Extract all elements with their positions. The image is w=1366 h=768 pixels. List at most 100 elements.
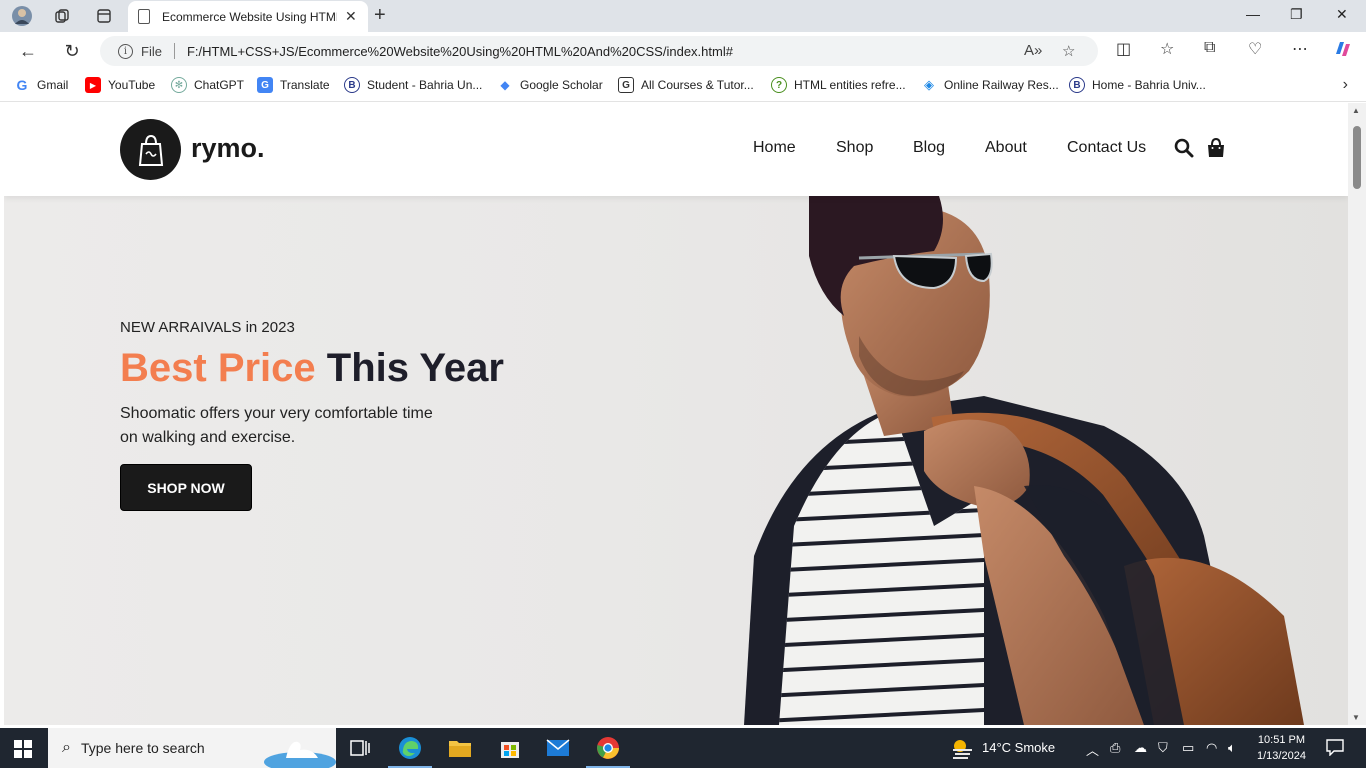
volume-icon[interactable]: 🔈︎ — [1228, 740, 1236, 756]
bookmark-label: All Courses & Tutor... — [641, 78, 754, 92]
nav-shop[interactable]: Shop — [836, 139, 873, 157]
question-icon: ? — [771, 77, 787, 93]
bookmark-label: Home - Bahria Univ... — [1092, 78, 1206, 92]
site-header: rymo. Home Shop Blog About Contact Us — [4, 103, 1348, 196]
settings-more-icon[interactable]: ⋯ — [1292, 39, 1308, 59]
bookmark-label: YouTube — [108, 78, 156, 92]
url-text[interactable]: F:/HTML+CSS+JS/Ecommerce%20Website%20Usi… — [187, 44, 733, 59]
bookmark-online-railway[interactable]: ◈ Online Railway Res... — [921, 77, 1059, 93]
bookmark-translate[interactable]: G Translate — [257, 77, 330, 93]
new-tab-icon[interactable]: + — [374, 4, 386, 27]
google-icon: G — [14, 77, 30, 93]
bookmark-youtube[interactable]: ▶ YouTube — [85, 77, 155, 93]
scroll-up-arrow-icon[interactable]: ▲ — [1352, 106, 1360, 115]
nav-home[interactable]: Home — [753, 139, 796, 157]
nav-contact-us[interactable]: Contact Us — [1067, 139, 1146, 157]
split-screen-icon[interactable]: ◫ — [1116, 39, 1131, 59]
edge-browser-icon[interactable] — [388, 734, 432, 768]
system-clock[interactable]: 10:51 PM 1/13/2024 — [1257, 732, 1306, 764]
security-icon[interactable]: ⛉ — [1158, 740, 1168, 756]
scroll-down-arrow-icon[interactable]: ▼ — [1352, 713, 1360, 722]
translate-icon: G — [257, 77, 273, 93]
tab-actions-icon[interactable] — [92, 4, 116, 28]
close-window-icon[interactable]: ✕ — [1336, 6, 1348, 23]
active-tab[interactable]: Ecommerce Website Using HTML ✕ — [128, 1, 368, 32]
browser-essentials-icon[interactable]: ♡ — [1248, 39, 1262, 59]
favorites-icon[interactable]: ☆ — [1160, 39, 1174, 59]
clock-time: 10:51 PM — [1257, 734, 1306, 746]
shop-now-button[interactable]: SHOP NOW — [120, 464, 252, 511]
restore-icon[interactable]: ❐ — [1290, 6, 1303, 23]
back-arrow-icon[interactable]: ← — [16, 39, 40, 63]
swan-search-highlight-icon — [264, 741, 336, 768]
bookmark-label: Gmail — [37, 78, 69, 92]
battery-icon[interactable]: ▭ — [1182, 740, 1194, 756]
hero-banner: NEW ARRAIVALS in 2023 Best Price This Ye… — [4, 196, 1348, 725]
meet-now-icon[interactable]: ⎙ — [1110, 740, 1120, 756]
nav-about[interactable]: About — [985, 139, 1027, 157]
workspaces-icon[interactable] — [50, 4, 74, 28]
hero-model-image — [744, 196, 1304, 725]
bookmark-chatgpt[interactable]: ✻ ChatGPT — [171, 77, 244, 93]
notifications-icon[interactable] — [1326, 738, 1344, 759]
brand-name[interactable]: rymo. — [191, 133, 265, 164]
wifi-icon[interactable]: ◠ — [1206, 740, 1217, 756]
chevron-up-icon[interactable]: ︿ — [1086, 740, 1099, 759]
copilot-icon[interactable] — [1332, 38, 1354, 65]
bookmark-all-courses[interactable]: G All Courses & Tutor... — [618, 77, 754, 93]
file-explorer-icon[interactable] — [446, 734, 474, 762]
bookmark-google-scholar[interactable]: ◆ Google Scholar — [497, 77, 603, 93]
bookmark-label: ChatGPT — [194, 78, 245, 92]
hero-description: Shoomatic offers your very comfortable t… — [120, 405, 433, 446]
windows-taskbar: ⌕ Type here to search 14°C Smoke ︿ ⎙ ☁ ⛉… — [0, 728, 1366, 768]
microsoft-store-icon[interactable] — [496, 734, 524, 762]
browser-tab-bar: Ecommerce Website Using HTML ✕ + — ❐ ✕ — [0, 0, 1366, 32]
weather-text[interactable]: 14°C Smoke — [982, 740, 1055, 755]
bookmark-home-bahria[interactable]: B Home - Bahria Univ... — [1069, 77, 1206, 93]
page-scrollbar[interactable]: ▲ ▼ — [1348, 103, 1366, 725]
bookmark-gmail[interactable]: G Gmail — [14, 77, 68, 93]
minimize-icon[interactable]: — — [1246, 6, 1260, 22]
profile-avatar-icon[interactable] — [10, 4, 34, 28]
bookmark-student-bahria[interactable]: B Student - Bahria Un... — [344, 77, 482, 93]
shopping-bag-logo-icon[interactable] — [120, 119, 181, 180]
taskbar-search-placeholder: Type here to search — [80, 740, 205, 756]
address-separator — [173, 43, 175, 59]
page-viewport: rymo. Home Shop Blog About Contact Us NE… — [4, 103, 1348, 725]
chrome-icon[interactable] — [586, 734, 630, 768]
onedrive-icon[interactable]: ☁ — [1134, 740, 1147, 756]
favorite-star-icon[interactable]: ☆ — [1062, 42, 1075, 60]
scheme-label: File — [141, 43, 162, 59]
shopping-bag-icon[interactable] — [1206, 137, 1226, 158]
bookmark-label: Translate — [280, 78, 330, 92]
chevron-right-icon[interactable]: › — [1343, 76, 1348, 94]
courses-icon: G — [618, 77, 634, 93]
task-view-icon[interactable] — [346, 734, 374, 762]
weather-icon[interactable] — [950, 736, 974, 763]
mail-icon[interactable] — [544, 734, 572, 762]
search-icon[interactable] — [1174, 138, 1194, 158]
chatgpt-icon: ✻ — [171, 77, 187, 93]
bookmark-label: Online Railway Res... — [944, 78, 1059, 92]
search-icon: ⌕ — [62, 739, 71, 756]
address-bar[interactable]: i File F:/HTML+CSS+JS/Ecommerce%20Websit… — [100, 36, 1098, 66]
bookmark-html-entities[interactable]: ? HTML entities refre... — [771, 77, 906, 93]
close-tab-icon[interactable]: ✕ — [345, 8, 357, 25]
document-icon — [138, 9, 150, 24]
refresh-icon[interactable]: ↻ — [60, 39, 84, 63]
read-aloud-icon[interactable]: A» — [1024, 42, 1042, 59]
windows-start-icon[interactable] — [14, 740, 32, 758]
tab-title: Ecommerce Website Using HTML — [162, 9, 337, 24]
info-icon[interactable]: i — [118, 43, 133, 59]
hero-kicker: NEW ARRAIVALS in 2023 — [120, 319, 295, 336]
bookmark-label: Student - Bahria Un... — [367, 78, 483, 92]
railway-icon: ◈ — [921, 77, 937, 93]
bookmark-label: Google Scholar — [520, 78, 603, 92]
hero-title-accent: Best Price — [120, 346, 316, 390]
collections-icon[interactable]: ⧉ — [1204, 39, 1215, 57]
bahria-icon: B — [344, 77, 360, 93]
taskbar-search-box[interactable]: ⌕ Type here to search — [48, 728, 336, 768]
bookmark-label: HTML entities refre... — [794, 78, 906, 92]
nav-blog[interactable]: Blog — [913, 139, 945, 157]
scrollbar-thumb[interactable] — [1353, 126, 1361, 189]
